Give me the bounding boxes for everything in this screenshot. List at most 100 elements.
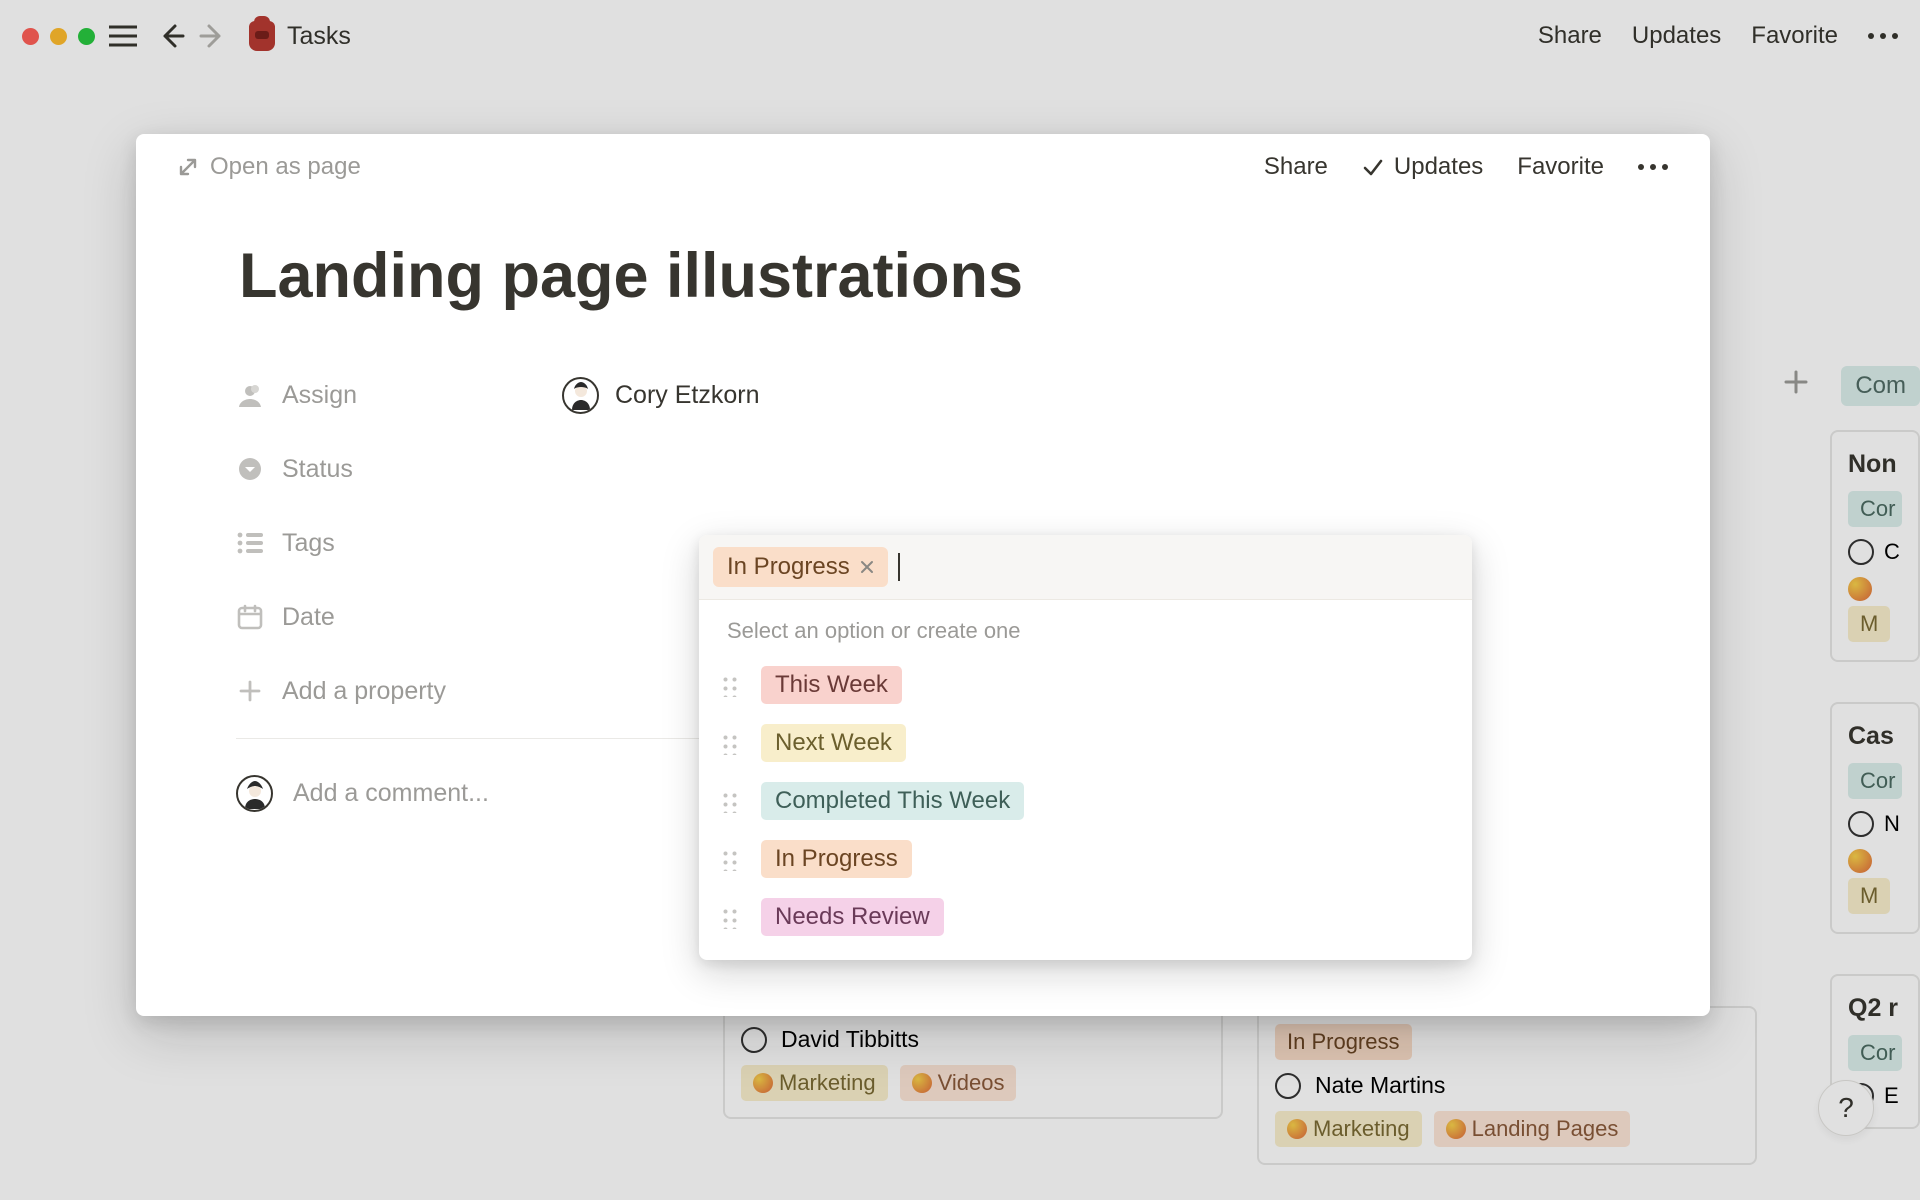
card-tag-badge: M [1848,878,1890,914]
selected-status-label: In Progress [727,553,850,581]
favorite-button[interactable]: Favorite [1751,22,1838,50]
select-hint: Select an option or create one [699,600,1472,656]
card-status-badge: Cor [1848,1035,1902,1071]
palette-icon [1446,1119,1466,1139]
window-traffic-lights [22,28,95,45]
window-minimize-icon[interactable] [50,28,67,45]
option-chip: Next Week [761,724,906,762]
card-tag-badge: Videos [900,1065,1017,1101]
modal-share-button[interactable]: Share [1264,153,1328,181]
card-assignee: E [1884,1083,1899,1109]
breadcrumb[interactable]: Tasks [249,21,351,51]
property-row-assign[interactable]: Assign Cory Etzkorn [236,358,1458,432]
avatar-icon [236,775,273,812]
nav-back-icon[interactable] [159,23,185,49]
person-icon [236,381,264,409]
window-close-icon[interactable] [22,28,39,45]
remove-chip-icon[interactable] [860,560,874,574]
list-icon [236,529,264,557]
palette-icon [912,1073,932,1093]
page-title[interactable]: Landing page illustrations [239,240,1458,312]
expand-icon [178,157,198,177]
card-tag-badge: Marketing [741,1065,888,1101]
avatar-icon [1848,811,1874,837]
comment-placeholder: Add a comment... [293,779,489,808]
modal-updates-button[interactable]: Updates [1362,153,1483,181]
modal-actions: Share Updates Favorite [1264,153,1668,181]
palette-icon [1848,577,1872,601]
option-chip: Needs Review [761,898,944,936]
card-assignee: N [1884,811,1900,837]
card-title: Non [1848,450,1902,479]
sidebar-toggle-icon[interactable] [109,25,137,47]
select-option[interactable]: Completed This Week [699,772,1472,830]
text-caret [898,553,900,581]
select-option[interactable]: This Week [699,656,1472,714]
palette-icon [1287,1119,1307,1139]
status-select-popover: In Progress Select an option or create o… [699,535,1472,960]
card-title: Cas [1848,722,1902,751]
card-tag-badge: Marketing [1275,1111,1422,1147]
share-button[interactable]: Share [1538,22,1602,50]
property-label: Status [282,455,353,484]
card-assignee: C [1884,539,1900,565]
selected-status-chip[interactable]: In Progress [713,547,888,587]
open-as-page-button[interactable]: Open as page [178,153,361,181]
nav-forward-icon[interactable] [199,23,225,49]
palette-icon [1848,849,1872,873]
plus-icon [236,677,264,705]
card-tag-badge: Landing Pages [1434,1111,1631,1147]
status-icon [236,455,264,483]
more-icon[interactable] [1868,33,1898,39]
card-status-badge: In Progress [1275,1024,1412,1060]
breadcrumb-title: Tasks [287,22,351,51]
drag-handle-icon[interactable] [721,673,739,697]
calendar-icon [236,603,264,631]
option-chip: This Week [761,666,902,704]
card-status-badge: Cor [1848,491,1902,527]
select-option[interactable]: In Progress [699,830,1472,888]
card-tag-badge: M [1848,606,1890,642]
backpack-icon [249,21,275,51]
add-property-label: Add a property [282,677,446,706]
window-zoom-icon[interactable] [78,28,95,45]
select-options-list: This Week Next Week Completed This Week In … [699,656,1472,960]
avatar-icon [1848,539,1874,565]
property-label: Tags [282,529,335,558]
property-row-status[interactable]: Status [236,432,1458,506]
select-option[interactable]: Needs Review [699,888,1472,946]
topbar-actions: Share Updates Favorite [1538,22,1898,50]
drag-handle-icon[interactable] [721,905,739,929]
updates-button[interactable]: Updates [1632,22,1721,50]
avatar-icon [562,377,599,414]
property-label: Assign [282,381,357,410]
add-column-button[interactable] [1782,368,1810,396]
board-card[interactable]: Cas Cor N M [1830,702,1920,934]
board-card[interactable]: David Tibbitts Marketing Videos [723,1008,1223,1119]
palette-icon [753,1073,773,1093]
help-button[interactable]: ? [1818,1080,1874,1136]
drag-handle-icon[interactable] [721,731,739,755]
board-card[interactable]: In Progress Nate Martins Marketing Landi… [1257,1006,1757,1165]
avatar-icon [741,1027,767,1053]
assign-value: Cory Etzkorn [615,381,759,410]
select-search-input[interactable] [910,550,1458,584]
avatar-icon [1275,1073,1301,1099]
modal-more-icon[interactable] [1638,164,1668,170]
option-chip: Completed This Week [761,782,1024,820]
card-title: Q2 r [1848,994,1902,1023]
option-chip: In Progress [761,840,912,878]
check-icon [1362,156,1384,178]
drag-handle-icon[interactable] [721,847,739,871]
card-assignee: David Tibbitts [781,1026,919,1053]
modal-favorite-button[interactable]: Favorite [1517,153,1604,181]
modal-topbar: Open as page Share Updates Favorite [136,134,1710,200]
card-assignee: Nate Martins [1315,1072,1445,1099]
select-option[interactable]: Next Week [699,714,1472,772]
open-as-page-label: Open as page [210,153,361,181]
property-label: Date [282,603,335,632]
column-status-tag[interactable]: Com [1841,366,1920,406]
board-card[interactable]: Non Cor C M [1830,430,1920,662]
select-input-area[interactable]: In Progress [699,535,1472,600]
drag-handle-icon[interactable] [721,789,739,813]
